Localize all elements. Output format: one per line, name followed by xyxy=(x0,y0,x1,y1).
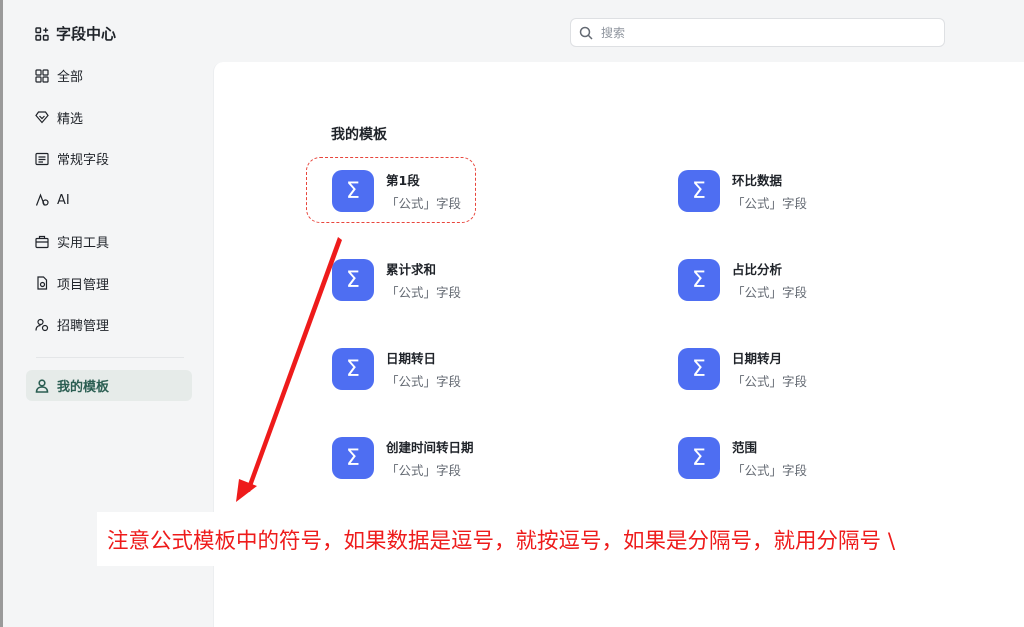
annotation-highlight-box xyxy=(306,157,476,223)
search-input[interactable] xyxy=(599,24,923,41)
sidebar-item-label: 常规字段 xyxy=(57,153,110,168)
sidebar-item-label: 全部 xyxy=(57,70,84,85)
sidebar-item-my-templates[interactable]: 我的模板 xyxy=(26,370,192,401)
section-title: 我的模板 xyxy=(331,127,387,143)
sidebar-item-label: AI xyxy=(57,192,70,208)
template-card[interactable]: Σ 环比数据 「公式」字段 xyxy=(678,169,978,213)
template-type: 「公式」字段 xyxy=(386,285,462,300)
grid-settings-icon xyxy=(35,26,49,41)
template-type: 「公式」字段 xyxy=(386,374,462,389)
annotation-text: 注意公式模板中的符号，如果数据是逗号，就按逗号，如果是分隔号，就用分隔号 \ xyxy=(97,512,906,566)
template-name: 日期转日 xyxy=(386,351,437,366)
template-name: 累计求和 xyxy=(386,262,437,277)
template-card[interactable]: Σ 占比分析 「公式」字段 xyxy=(678,258,978,302)
template-card[interactable]: Σ 日期转日 「公式」字段 xyxy=(332,347,632,391)
sigma-icon: Σ xyxy=(332,348,374,390)
sigma-icon: Σ xyxy=(332,259,374,301)
template-type: 「公式」字段 xyxy=(732,374,808,389)
template-card[interactable]: Σ 创建时间转日期 「公式」字段 xyxy=(332,436,632,480)
sigma-icon: Σ xyxy=(332,437,374,479)
template-type: 「公式」字段 xyxy=(732,463,808,478)
template-card[interactable]: Σ 范围 「公式」字段 xyxy=(678,436,978,480)
template-name: 环比数据 xyxy=(732,173,783,188)
app-title-text: 字段中心 xyxy=(56,25,117,43)
template-name: 占比分析 xyxy=(732,262,783,277)
sidebar-item-featured[interactable]: 精选 xyxy=(26,102,192,133)
sidebar-item-label: 项目管理 xyxy=(57,277,110,293)
sigma-icon: Σ xyxy=(678,348,720,390)
sidebar-item-tools[interactable]: 实用工具 xyxy=(26,226,192,257)
sidebar-item-ai[interactable]: AI xyxy=(26,185,192,216)
template-name: 创建时间转日期 xyxy=(386,440,474,455)
sidebar-item-label: 精选 xyxy=(57,111,84,127)
diamond-icon xyxy=(35,110,49,124)
template-type: 「公式」字段 xyxy=(732,285,808,300)
sigma-icon: Σ xyxy=(678,259,720,301)
template-name: 范围 xyxy=(732,440,758,455)
ai-icon xyxy=(35,193,49,207)
template-name: 日期转月 xyxy=(732,351,783,366)
search-box[interactable] xyxy=(570,18,945,47)
search-icon xyxy=(579,26,593,40)
sidebar-item-project[interactable]: 项目管理 xyxy=(26,268,192,299)
project-file-icon xyxy=(35,276,49,290)
user-icon xyxy=(35,378,49,393)
grid-icon xyxy=(35,68,49,83)
sidebar: 全部 精选 常规字段 AI 实用工具 项目管理 招聘管理 我的模板 xyxy=(26,60,192,412)
template-card[interactable]: Σ 累计求和 「公式」字段 xyxy=(332,258,632,302)
window-edge xyxy=(0,0,3,627)
sidebar-divider xyxy=(36,357,184,358)
sidebar-item-recruit[interactable]: 招聘管理 xyxy=(26,309,192,340)
sigma-icon: Σ xyxy=(678,170,720,212)
app-title: 字段中心 xyxy=(35,23,116,44)
list-icon xyxy=(35,152,49,166)
sidebar-item-label: 实用工具 xyxy=(57,236,110,251)
toolbox-icon xyxy=(35,235,49,249)
people-icon xyxy=(35,318,49,332)
sidebar-item-label: 招聘管理 xyxy=(57,319,110,334)
sigma-icon: Σ xyxy=(678,437,720,479)
template-type: 「公式」字段 xyxy=(732,196,808,211)
sidebar-item-all[interactable]: 全部 xyxy=(26,60,192,91)
template-type: 「公式」字段 xyxy=(386,463,462,478)
sidebar-item-label: 我的模板 xyxy=(57,380,110,395)
sidebar-item-regular[interactable]: 常规字段 xyxy=(26,143,192,174)
template-card[interactable]: Σ 日期转月 「公式」字段 xyxy=(678,347,978,391)
